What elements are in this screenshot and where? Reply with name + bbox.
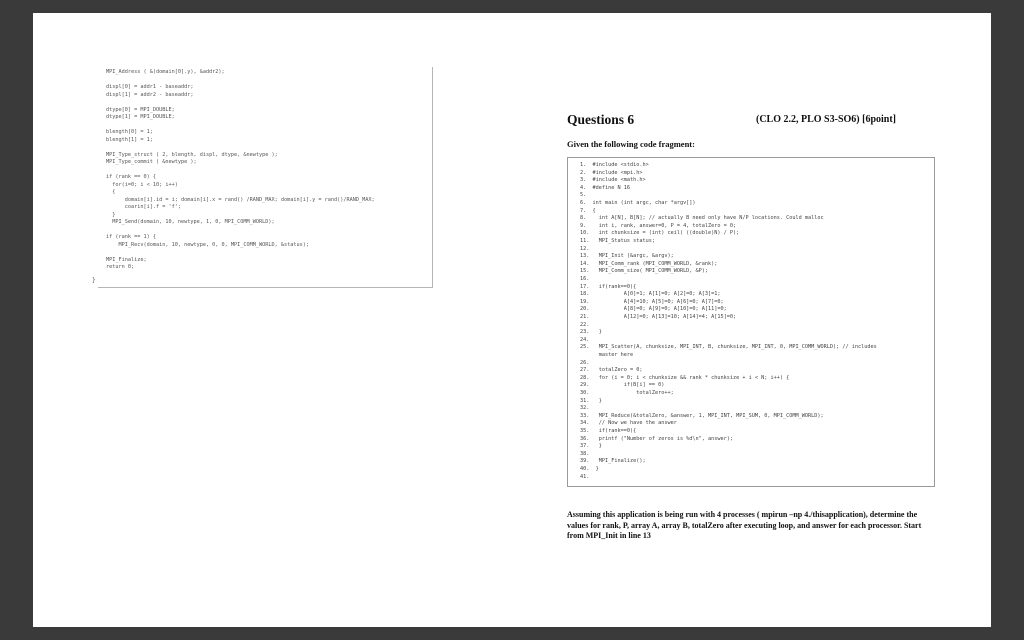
code-line: 10. int chunksize = (int) ceil( ((double… bbox=[580, 230, 740, 237]
left-code-line: } bbox=[106, 211, 116, 218]
question-text: Assuming this application is being run w… bbox=[567, 510, 922, 540]
code-line: 4. #define N 16 bbox=[580, 184, 630, 191]
left-code-fragment: MPI_Address ( &(domain[0].y), &addr2); di… bbox=[98, 67, 433, 288]
code-line: 31. } bbox=[580, 397, 602, 404]
code-line: 24. bbox=[580, 336, 590, 343]
code-line: 41. bbox=[580, 473, 590, 480]
left-code-line: blength[0] = 1; bbox=[106, 129, 153, 135]
code-line: 16. bbox=[580, 276, 590, 282]
code-line: 34. // Now we have the answer bbox=[580, 420, 677, 427]
left-code-line: MPI_Recv(domain, 10, newtype, 0, 0, MPI_… bbox=[106, 241, 310, 248]
code-line: 14. MPI_Comm_rank (MPI_COMM_WORLD, &rank… bbox=[580, 260, 718, 267]
left-code-line: dtype[0] = MPI_DOUBLE; bbox=[106, 106, 175, 113]
code-line: 2. #include <mpi.h> bbox=[580, 169, 643, 176]
code-line: 3. #include <math.h> bbox=[580, 177, 646, 184]
code-line: 22. bbox=[580, 321, 590, 328]
left-code-line: dtype[1] = MPI_DOUBLE; bbox=[106, 114, 175, 120]
code-line: 17. if(rank==0){ bbox=[580, 283, 637, 290]
code-line: 11. MPI_Status status; bbox=[580, 238, 655, 244]
code-line: 26. bbox=[580, 359, 590, 366]
left-code-line: return 0; bbox=[106, 264, 135, 270]
left-code-line: displ[1] = addr2 - baseaddr; bbox=[106, 91, 194, 98]
code-line: 32. bbox=[580, 405, 590, 412]
left-code-line: MPI_Finalize; bbox=[106, 256, 147, 263]
left-code-line: MPI_Type_struct ( 2, blength, displ, dty… bbox=[106, 151, 278, 158]
left-code-line: blength[1] = 1; bbox=[106, 136, 153, 143]
left-code-line: { bbox=[106, 189, 116, 195]
left-code-line: for(i=0; i < 10; i++) bbox=[106, 181, 178, 188]
left-code-line: coarin[i].f = 'f'; bbox=[106, 204, 181, 210]
code-line: 36. printf ("Number of zeros is %d\n", a… bbox=[580, 435, 734, 442]
question-subtitle: Given the following code fragment: bbox=[567, 139, 695, 149]
left-code-line: MPI_Type_commit ( &newtype ); bbox=[106, 159, 197, 165]
code-line: 20. A[8]=0; A[9]=0; A[10]=0; A[11]=0; bbox=[580, 306, 727, 313]
question-points: (CLO 2.2, PLO S3-SO6) [6point] bbox=[756, 114, 897, 125]
left-code-line: MPI_Send(domain, 10, newtype, 1, 0, MPI_… bbox=[106, 219, 275, 225]
code-line: 7. { bbox=[580, 207, 596, 214]
code-line: 37. } bbox=[580, 443, 602, 450]
code-line: 25. MPI_Scatter(A, chunksize, MPI_INT, B… bbox=[580, 344, 877, 351]
question-title: Questions 6 bbox=[567, 112, 635, 127]
left-code-line: MPI_Address ( &(domain[0].y), &addr2); bbox=[106, 69, 225, 75]
code-line: 40. } bbox=[580, 466, 599, 472]
code-line: master here bbox=[580, 352, 634, 358]
code-listing-box: 1. #include <stdio.h> 2. #include <mpi.h>… bbox=[567, 157, 935, 487]
code-line: 5. bbox=[580, 192, 587, 199]
code-line: 35. if(rank==0){ bbox=[580, 428, 637, 434]
code-line: 9. int i, rank, answer=0, P = 4, totalZe… bbox=[580, 222, 737, 229]
code-line: 1. #include <stdio.h> bbox=[580, 162, 649, 168]
code-line: 15. MPI_Comm_size( MPI_COMM_WORLD, &P); bbox=[580, 268, 709, 275]
code-line: 19. A[4]=10; A[5]=0; A[6]=0; A[7]=0; bbox=[580, 298, 724, 305]
code-line: 30. totalZero++; bbox=[580, 390, 674, 396]
left-code-line: displ[0] = addr1 - baseaddr; bbox=[106, 84, 194, 90]
left-code-line: if (rank == 1) { bbox=[106, 234, 156, 240]
left-code-line: domain[i].id = i; domain[i].x = rand() /… bbox=[106, 196, 375, 203]
code-line: 38. bbox=[580, 450, 590, 457]
code-line: 28. for (i = 0; i < chunksize && rank * … bbox=[580, 374, 790, 381]
closing-brace: } bbox=[92, 277, 96, 284]
code-line: 33. MPI_Reduce(&totalZero, &answer, 1, M… bbox=[580, 412, 824, 419]
left-code-line: if (rank == 0) { bbox=[106, 174, 156, 180]
code-line: 6. int main (int argc, char *argv[]) bbox=[580, 200, 696, 206]
code-line: 12. bbox=[580, 245, 590, 252]
code-line: 18. A[0]=1; A[1]=0; A[2]=0; A[3]=1; bbox=[580, 291, 721, 298]
code-line: 27. totalZero = 0; bbox=[580, 367, 643, 374]
code-line: 21. A[12]=0; A[13]=10; A[14]=4; A[15]=0; bbox=[580, 314, 737, 320]
code-line: 29. if(B[i] == 0) bbox=[580, 382, 665, 389]
code-line: 39. MPI_Finalize(); bbox=[580, 458, 646, 465]
code-line: 8. int A[N], B[N]; // actually B need on… bbox=[580, 215, 824, 222]
code-line: 13. MPI_Init (&argc, &argv); bbox=[580, 253, 674, 260]
code-line: 23. } bbox=[580, 329, 602, 336]
